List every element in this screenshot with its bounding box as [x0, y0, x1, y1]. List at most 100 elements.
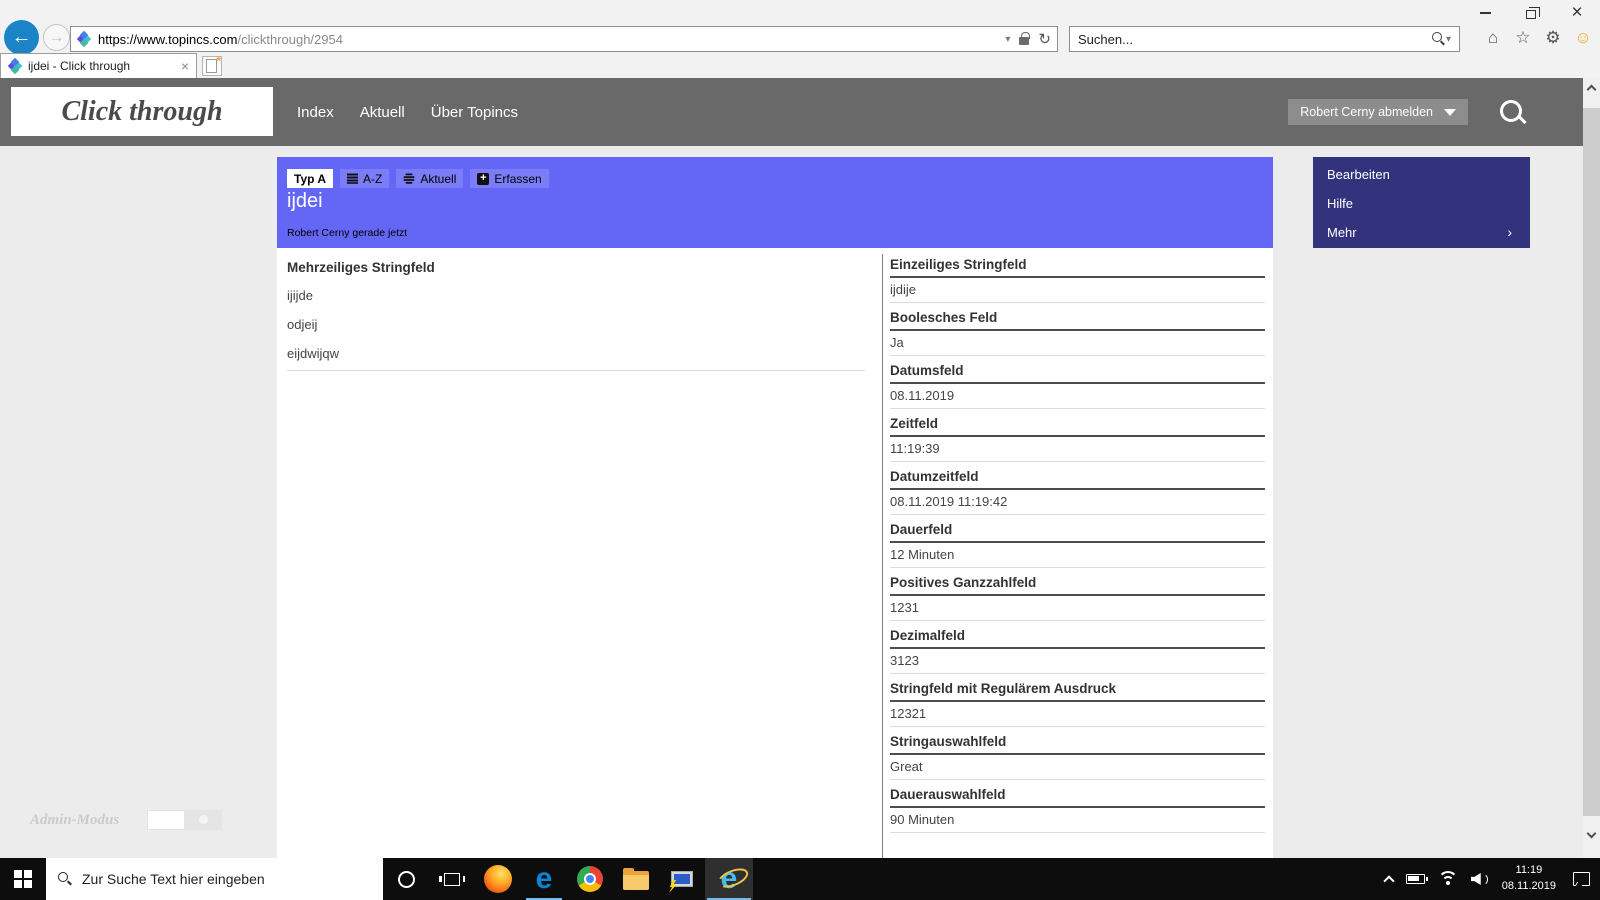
nav-ueber-topincs[interactable]: Über Topincs	[431, 104, 518, 121]
site-logo-text: Click through	[61, 95, 223, 127]
internet-explorer-icon: e	[720, 862, 738, 895]
field-value: 08.11.2019 11:19:42	[890, 490, 1265, 515]
refresh-icon[interactable]: ↻	[1038, 32, 1051, 47]
scrollbar-thumb[interactable]	[1583, 108, 1600, 816]
scroll-up-icon[interactable]	[1586, 84, 1597, 95]
recent-icon	[403, 173, 415, 184]
admin-mode-row: Admin-Modus	[30, 810, 223, 830]
search-magnifier-icon[interactable]	[1431, 32, 1446, 46]
field-label: Datumzeitfeld	[890, 469, 1265, 490]
minimize-button[interactable]	[1462, 0, 1508, 26]
lock-icon	[1019, 32, 1030, 45]
search-dropdown-icon[interactable]: ▾	[1446, 34, 1451, 45]
field-value: ijdije	[890, 278, 1265, 303]
address-dropdown-icon[interactable]: ▾	[1005, 34, 1010, 45]
wifi-icon[interactable]	[1437, 871, 1458, 887]
chrome-icon	[577, 866, 603, 892]
page-title: ijdei	[287, 190, 323, 212]
site-logo[interactable]: Click through	[11, 87, 273, 136]
field-value: 90 Minuten	[890, 808, 1265, 833]
field-value: Great	[890, 755, 1265, 780]
system-tray: 11:19 08.11.2019	[1383, 858, 1600, 900]
feedback-smiley-icon[interactable]: ☺	[1572, 28, 1594, 48]
site-search-icon[interactable]	[1498, 98, 1528, 128]
taskbar-search-input[interactable]	[82, 871, 371, 887]
column-divider	[882, 254, 883, 858]
address-bar[interactable]: https://www.topincs.com/clickthrough/295…	[70, 26, 1058, 52]
remote-desktop-icon	[671, 871, 693, 887]
field-row: Dauerauswahlfeld 90 Minuten	[890, 787, 1265, 833]
field-value: 11:19:39	[890, 437, 1265, 462]
edge-button[interactable]: e	[521, 858, 567, 900]
field-label: Mehrzeiliges Stringfeld	[287, 260, 435, 275]
settings-gear-icon[interactable]: ⚙	[1542, 28, 1564, 48]
volume-icon[interactable]	[1471, 872, 1489, 886]
menu-item-bearbeiten[interactable]: Bearbeiten	[1313, 160, 1530, 189]
browser-tab[interactable]: ijdei - Click through ×	[0, 53, 197, 78]
tab-close-icon[interactable]: ×	[181, 58, 189, 74]
home-icon[interactable]: ⌂	[1482, 28, 1504, 48]
chip-a-z[interactable]: A-Z	[340, 169, 390, 188]
tab-title: ijdei - Click through	[28, 59, 131, 73]
taskbar: e e 11:19 08.11.2019	[0, 858, 1600, 900]
field-row: Datumsfeld 08.11.2019	[890, 363, 1265, 409]
chip-erfassen[interactable]: + Erfassen	[470, 169, 549, 188]
internet-explorer-button[interactable]: e	[705, 858, 753, 900]
task-view-button[interactable]	[429, 858, 475, 900]
browser-search-input[interactable]	[1078, 31, 1432, 47]
scroll-down-icon[interactable]	[1586, 828, 1597, 839]
nav-index[interactable]: Index	[297, 104, 334, 121]
field-value: 1231	[890, 596, 1265, 621]
cortana-button[interactable]	[383, 858, 429, 900]
topic-banner: Typ A A-Z Aktuell + Erfassen ijdei Rober…	[277, 157, 1273, 248]
menu-item-hilfe[interactable]: Hilfe	[1313, 189, 1530, 218]
field-row: Boolesches Feld Ja	[890, 310, 1265, 356]
logout-label: Robert Cerny abmelden	[1300, 105, 1433, 119]
chrome-button[interactable]	[567, 858, 613, 900]
admin-mode-toggle[interactable]	[147, 810, 223, 830]
multiline-field: Mehrzeiliges Stringfeld ijijde odjeij ei…	[287, 260, 865, 371]
taskbar-search-box[interactable]	[46, 858, 383, 900]
content-card: Mehrzeiliges Stringfeld ijijde odjeij ei…	[277, 248, 1273, 858]
field-value: 12 Minuten	[890, 543, 1265, 568]
logout-button[interactable]: Robert Cerny abmelden	[1288, 99, 1468, 125]
restore-button[interactable]	[1508, 0, 1554, 26]
field-row: Einzeiliges Stringfeld ijdije	[890, 257, 1265, 303]
back-button[interactable]: ←	[4, 20, 39, 55]
chip-aktuell[interactable]: Aktuell	[396, 169, 464, 188]
type-chip[interactable]: Typ A	[287, 169, 333, 188]
field-row: Zeitfeld 11:19:39	[890, 416, 1265, 462]
tab-favicon-icon	[7, 57, 23, 75]
field-value: 12321	[890, 702, 1265, 727]
new-tab-button[interactable]: *	[202, 54, 222, 76]
side-menu: Bearbeiten Hilfe Mehr ›	[1313, 157, 1530, 248]
field-label: Dauerauswahlfeld	[890, 787, 1265, 808]
tray-expand-icon[interactable]	[1383, 875, 1395, 887]
firefox-button[interactable]	[475, 858, 521, 900]
explorer-button[interactable]	[613, 858, 659, 900]
edge-icon: e	[535, 862, 553, 895]
file-explorer-icon	[623, 868, 649, 890]
action-center-icon[interactable]	[1573, 872, 1590, 886]
menu-item-mehr[interactable]: Mehr ›	[1313, 218, 1530, 247]
field-row: Dauerfeld 12 Minuten	[890, 522, 1265, 568]
nav-aktuell[interactable]: Aktuell	[360, 104, 405, 121]
cortana-icon	[397, 870, 415, 888]
windows-logo-icon	[14, 870, 32, 888]
battery-icon[interactable]	[1405, 874, 1428, 884]
field-label: Dauerfeld	[890, 522, 1265, 543]
dropdown-triangle-icon	[1444, 108, 1456, 116]
remote-desktop-button[interactable]	[659, 858, 705, 900]
browser-search-box[interactable]: ▾	[1069, 26, 1460, 52]
page-scrollbar[interactable]	[1583, 78, 1600, 858]
taskbar-clock[interactable]: 11:19 08.11.2019	[1502, 863, 1556, 895]
start-button[interactable]	[0, 858, 46, 900]
browser-chrome: ← → https://www.topincs.com/clickthrough…	[0, 0, 1600, 78]
favorites-star-icon[interactable]: ☆	[1512, 28, 1534, 48]
field-label: Dezimalfeld	[890, 628, 1265, 649]
close-button[interactable]: ×	[1554, 0, 1600, 26]
forward-button[interactable]: →	[43, 24, 70, 51]
clock-date: 08.11.2019	[1501, 880, 1556, 892]
field-label: Positives Ganzzahlfeld	[890, 575, 1265, 596]
field-label: Einzeiliges Stringfeld	[890, 257, 1265, 278]
